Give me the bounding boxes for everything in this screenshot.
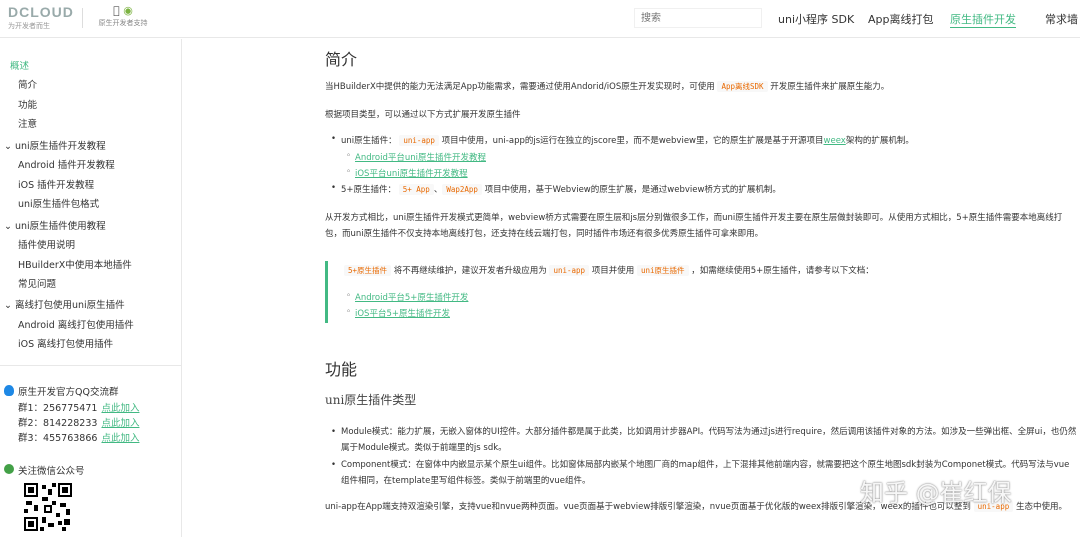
sidebar: 概述 简介 功能 注意 ⌄ uni原生插件开发教程 Android 插件开发教程… <box>0 39 182 537</box>
text: 生态中使用。 <box>1015 502 1067 512</box>
sidebar-item-faq[interactable]: 常见问题 <box>18 276 56 290</box>
text: 架构的扩展机制。 <box>845 136 914 146</box>
list-item-module: Module模式：能力扩展，无嵌入窗体的UI控件。大部分插件都是属于此类，比如调… <box>331 424 1077 456</box>
platform-badge:  ◉ 原生开发者支持 <box>96 5 150 31</box>
qq-group-number: 群1：256775471 <box>18 403 98 414</box>
text: uni原生插件： <box>341 136 397 146</box>
search-input[interactable] <box>634 8 762 28</box>
qq-join-link[interactable]: 点此加入 <box>101 418 139 429</box>
nav-app-offline[interactable]: App离线打包 <box>868 11 934 27</box>
sidebar-item-ios-offline[interactable]: iOS 离线打包使用插件 <box>18 336 113 350</box>
text: 项目中使用，uni-app的js运行在独立的jscore里，而不是webview… <box>441 136 824 146</box>
top-bar: DCLOUD 为开发者而生  ◉ 原生开发者支持 uni小程序 SDK App… <box>0 0 1080 38</box>
nav-uni-sdk[interactable]: uni小程序 SDK <box>778 11 854 27</box>
link-android-uni-plugin[interactable]: Android平台uni原生插件开发教程 <box>346 151 486 163</box>
heading-features: 功能 <box>325 360 358 379</box>
logo-divider <box>82 8 83 28</box>
qq-group-number: 群2：814228233 <box>18 418 98 429</box>
link-ios-uni-plugin[interactable]: iOS平台uni原生插件开发教程 <box>346 167 468 179</box>
section-label: uni原生插件使用教程 <box>14 221 106 232</box>
wechat-icon <box>4 464 14 474</box>
nav-native-plugin[interactable]: 原生插件开发 <box>950 11 1016 28</box>
qq-join-link[interactable]: 点此加入 <box>101 433 139 444</box>
intro-paragraph: 当HBuilderX中提供的能力无法满足App功能需求，需要通过使用Andori… <box>325 79 889 95</box>
inline-code: uni原生插件 <box>636 265 689 276</box>
text: 将不再继续维护，建议开发者升级应用为 <box>393 266 547 276</box>
text: 开发原生插件来扩展原生能力。 <box>770 82 890 92</box>
list-item: 5+原生插件： 5+ App、Wap2App 项目中使用，基于Webview的原… <box>331 183 781 195</box>
sidebar-item-android-dev[interactable]: Android 插件开发教程 <box>18 157 115 171</box>
sidebar-item-notes[interactable]: 注意 <box>18 116 37 130</box>
sidebar-item-intro[interactable]: 简介 <box>18 77 37 91</box>
apple-icon:  <box>113 4 120 17</box>
wechat-title: 关注微信公众号 <box>18 466 85 477</box>
section-label: uni原生插件开发教程 <box>14 141 106 152</box>
inline-code: App离线SDK <box>717 81 768 92</box>
heading-intro: 简介 <box>325 50 358 69</box>
qq-group-row: 群1：256775471 点此加入 <box>18 400 139 414</box>
sidebar-item-local-plugin[interactable]: HBuilderX中使用本地插件 <box>18 257 132 271</box>
text: 5+原生插件： <box>341 185 397 195</box>
qq-join-link[interactable]: 点此加入 <box>101 403 139 414</box>
logo-text: DCLOUD <box>8 4 74 20</box>
main-content: 简介 当HBuilderX中提供的能力无法满足App功能需求，需要通过使用And… <box>183 39 1080 537</box>
text: 项目并使用 <box>591 266 635 276</box>
qq-group-row: 群2：814228233 点此加入 <box>18 415 139 429</box>
android-icon: ◉ <box>118 4 133 17</box>
sidebar-item-ios-dev[interactable]: iOS 插件开发教程 <box>18 177 94 191</box>
inline-code: 5+原生插件 <box>344 265 392 276</box>
text: ，如需继续使用5+原生插件，请参考以下文档： <box>691 266 874 276</box>
sidebar-section-dev-tutorial[interactable]: ⌄ uni原生插件开发教程 <box>4 138 106 152</box>
inline-code: 5+ App <box>398 184 434 195</box>
sidebar-section-offline[interactable]: ⌄ 离线打包使用uni原生插件 <box>4 297 125 311</box>
nav-more[interactable]: 常求墙 <box>1045 11 1078 27</box>
qq-group-title: 原生开发官方QQ交流群 <box>18 387 119 398</box>
sidebar-item-package-format[interactable]: uni原生插件包格式 <box>18 196 99 210</box>
logo-subtitle: 为开发者而生 <box>8 22 50 30</box>
inline-code: Wap2App <box>442 184 482 195</box>
sidebar-item-features[interactable]: 功能 <box>18 97 37 111</box>
link-android-5plus[interactable]: Android平台5+原生插件开发 <box>346 291 468 303</box>
sidebar-item-android-offline[interactable]: Android 离线打包使用插件 <box>18 317 134 331</box>
text: 项目中使用，基于Webview的原生扩展，是通过webview桥方式的扩展机制。 <box>484 185 781 195</box>
inline-code: uni-app <box>549 265 590 276</box>
qq-group-row: 群3：455763866 点此加入 <box>18 430 139 444</box>
qq-icon <box>4 385 14 396</box>
dcloud-logo[interactable]: DCLOUD 为开发者而生 <box>8 4 74 32</box>
sidebar-item-overview[interactable]: 概述 <box>10 58 29 72</box>
wechat-qr-code <box>22 481 74 533</box>
tip-text: 5+原生插件 将不再继续维护，建议开发者升级应用为 uni-app 项目并使用 … <box>344 263 874 279</box>
zhihu-watermark: 知乎 @崔红保 <box>860 479 1012 507</box>
weex-link[interactable]: weex <box>824 136 846 146</box>
sidebar-item-usage[interactable]: 插件使用说明 <box>18 237 75 251</box>
paragraph-types: 根据项目类型，可以通过以下方式扩展开发原生插件 <box>325 110 521 120</box>
heading-plugin-types: uni原生插件类型 <box>325 393 417 407</box>
list-item: uni原生插件： uni-app 项目中使用，uni-app的js运行在独立的j… <box>331 134 914 146</box>
comparison-paragraph: 从开发方式相比，uni原生插件开发模式更简单，webview桥方式需要在原生层和… <box>325 213 1063 239</box>
qq-group-number: 群3：455763866 <box>18 433 98 444</box>
inline-code: uni-app <box>399 135 439 146</box>
sidebar-section-usage-tutorial[interactable]: ⌄ uni原生插件使用教程 <box>4 218 106 232</box>
text: 当HBuilderX中提供的能力无法满足App功能需求，需要通过使用Andori… <box>325 82 715 92</box>
section-label: 离线打包使用uni原生插件 <box>14 300 125 311</box>
link-ios-5plus[interactable]: iOS平台5+原生插件开发 <box>346 307 450 319</box>
sidebar-divider <box>0 365 181 366</box>
platform-text: 原生开发者支持 <box>98 19 148 27</box>
